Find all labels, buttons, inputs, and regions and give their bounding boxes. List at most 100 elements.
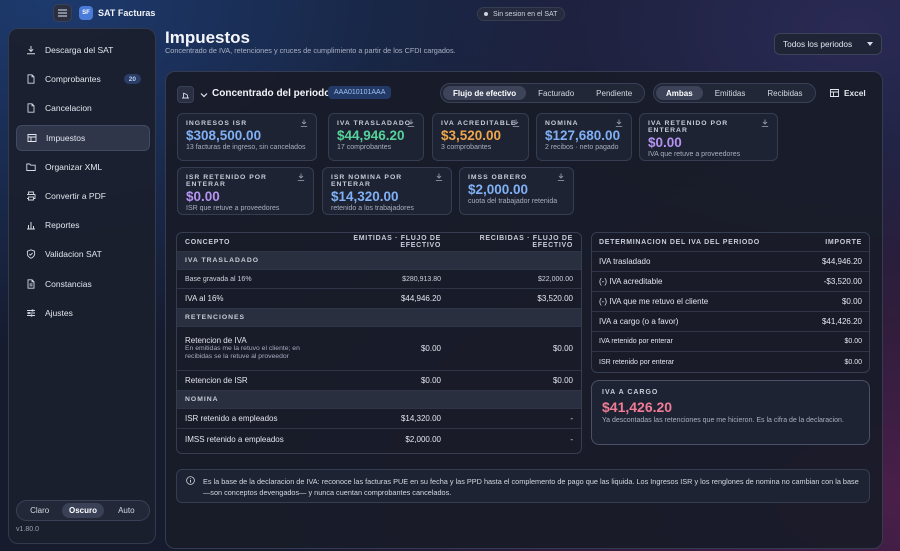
kpi-label: ISR NOMINA POR ENTERAR [331, 174, 403, 188]
sidebar-item-cancelacion[interactable]: Cancelacion [16, 95, 150, 121]
top-bar: SF SAT Facturas Sin sesion en el SAT [0, 0, 900, 28]
tab-pendiente[interactable]: Pendiente [586, 86, 642, 100]
kpi-sub: ISR que retuve a proveedores [186, 205, 280, 212]
table-row: IVA retenido por enterar $0.00 [592, 332, 869, 352]
theme-switch: Claro Oscuro Auto [16, 500, 150, 521]
kpi-label: NOMINA [545, 120, 579, 127]
panel-toolbar [177, 85, 209, 104]
info-icon [186, 476, 195, 485]
sidebar-nav: Descarga del SAT Comprobantes 20 Cancela… [16, 37, 150, 329]
recibidas-cell: $0.00 [552, 376, 573, 385]
theme-auto-button[interactable]: Auto [106, 503, 147, 518]
direction-tabs: Ambas Emitidas Recibidas [653, 83, 816, 103]
kpi-card-ingresos-isr: INGRESOS ISR $308,500.00 13 facturas de … [177, 113, 317, 161]
tab-emitidas[interactable]: Emitidas [705, 86, 756, 100]
table-row: (-) IVA acreditable -$3,520.00 [592, 272, 869, 292]
sidebar-item-constancias[interactable]: Constancias [16, 271, 150, 297]
sidebar-item-label: Convertir a PDF [45, 190, 106, 201]
table-row: IVA trasladado $44,946.20 [592, 252, 869, 272]
row-label: IVA a cargo (o a favor) [599, 317, 679, 326]
sidebar-item-ajustes[interactable]: Ajustes [16, 300, 150, 326]
tab-ambas[interactable]: Ambas [656, 86, 703, 100]
session-status[interactable]: Sin sesion en el SAT [477, 7, 566, 21]
recibidas-cell: $22,000.00 [537, 275, 573, 283]
sidebar-item-label: Organizar XML [45, 161, 103, 172]
download-icon [27, 46, 35, 55]
download-icon[interactable] [761, 119, 769, 127]
download-icon[interactable] [297, 173, 305, 181]
sidebar: Descarga del SAT Comprobantes 20 Cancela… [8, 28, 156, 544]
spreadsheet-icon [830, 89, 839, 97]
kpi-sub: 3 comprobantes [441, 144, 492, 151]
excel-export-button[interactable]: Excel [830, 88, 866, 98]
table-row: (-) IVA que me retuvo el cliente $0.00 [592, 292, 869, 312]
sidebar-item-reportes[interactable]: Reportes [16, 212, 150, 238]
period-select[interactable]: Todos los periodos [774, 33, 882, 55]
kpi-sub: retenido a los trabajadores [331, 205, 414, 212]
status-dot-icon [484, 12, 488, 16]
rfc-badge: AAA010101AAA [328, 86, 392, 99]
mode-tabs: Flujo de efectivo Facturado Pendiente [440, 83, 646, 103]
download-icon[interactable] [435, 173, 443, 181]
kpi-card-iva-trasladado: IVA TRASLADADO $44,946.20 17 comprobante… [328, 113, 424, 161]
emitidas-cell: $2,000.00 [405, 434, 441, 444]
kpi-sub: cuota del trabajador retenida [468, 198, 558, 205]
menu-button[interactable] [53, 4, 72, 22]
section-header: IVA TRASLADADO [177, 252, 581, 270]
emitidas-cell: $280,913.80 [402, 275, 441, 283]
panel-icon-button[interactable] [177, 86, 194, 103]
kpi-card-nomina: NOMINA $127,680.00 2 recibos · neto paga… [536, 113, 632, 161]
page-subtitle: Concentrado de IVA, retenciones y cruces… [165, 46, 456, 55]
sidebar-item-descarga[interactable]: Descarga del SAT [16, 37, 150, 63]
table-icon [27, 133, 37, 142]
kpi-value: $44,946.20 [337, 128, 405, 143]
concept-cell: IMSS retenido a empleados [185, 434, 284, 444]
kpi-value: $0.00 [186, 189, 220, 204]
download-icon[interactable] [300, 119, 308, 127]
kpi-card-imss-obrero: IMSS OBRERO $2,000.00 cuota del trabajad… [459, 167, 574, 215]
kpi-value: $127,680.00 [545, 128, 621, 143]
iva-card-value: $41,426.20 [602, 399, 673, 415]
emitidas-cell: $44,946.20 [400, 294, 441, 303]
row-label: IVA trasladado [599, 257, 651, 266]
app-version: v1.80.0 [16, 526, 39, 533]
sidebar-item-validacion-sat[interactable]: Validacion SAT [16, 241, 150, 267]
kpi-sub: 2 recibos · neto pagado [545, 144, 619, 151]
sidebar-item-convertir-pdf[interactable]: Convertir a PDF [16, 183, 150, 209]
kpi-card-iva-acreditable: IVA ACREDITABLE $3,520.00 3 comprobantes [432, 113, 529, 161]
tab-flujo-de-efectivo[interactable]: Flujo de efectivo [443, 86, 527, 100]
recibidas-cell: - [570, 414, 573, 423]
iva-card-label: IVA A CARGO [602, 389, 659, 396]
kpi-label: INGRESOS ISR [186, 120, 248, 127]
document-icon [27, 278, 35, 289]
kpi-value: $14,320.00 [331, 189, 399, 204]
download-icon[interactable] [557, 173, 565, 181]
row-value: $0.00 [844, 338, 862, 345]
document-icon [27, 74, 35, 84]
kpi-label: ISR RETENIDO POR ENTERAR [186, 174, 267, 188]
emitidas-cell: $0.00 [420, 376, 441, 385]
table-row: Retencion de ISR $0.00 $0.00 [177, 371, 581, 391]
kpi-label: IVA TRASLADADO [337, 120, 412, 127]
app-title: SAT Facturas [98, 8, 156, 18]
sidebar-item-label: Impuestos [46, 132, 86, 143]
tab-facturado[interactable]: Facturado [528, 86, 584, 100]
kpi-label: IVA ACREDITABLE [441, 120, 517, 127]
sidebar-item-impuestos[interactable]: Impuestos [16, 124, 150, 151]
theme-dark-button[interactable]: Oscuro [62, 503, 104, 518]
tab-recibidas[interactable]: Recibidas [757, 86, 812, 100]
chevron-down-icon[interactable] [199, 90, 209, 100]
sidebar-item-organizar-xml[interactable]: Organizar XML [16, 154, 150, 180]
download-icon[interactable] [512, 119, 520, 127]
excel-label: Excel [844, 88, 866, 98]
hamburger-icon [58, 9, 67, 17]
sidebar-item-comprobantes[interactable]: Comprobantes 20 [16, 66, 150, 92]
theme-light-button[interactable]: Claro [19, 503, 60, 518]
document-icon [27, 103, 35, 114]
download-icon[interactable] [615, 119, 623, 127]
download-icon[interactable] [407, 119, 415, 127]
kpi-card-isr-nomina: ISR NOMINA POR ENTERAR $14,320.00 reteni… [322, 167, 452, 215]
iva-card-sub: Ya descontadas las retenciones que me hi… [602, 417, 844, 424]
table-row: Retencion de IVA En emitidas me la retuv… [177, 327, 581, 371]
column-header: EMITIDAS · FLUJO DE EFECTIVO [353, 235, 441, 249]
